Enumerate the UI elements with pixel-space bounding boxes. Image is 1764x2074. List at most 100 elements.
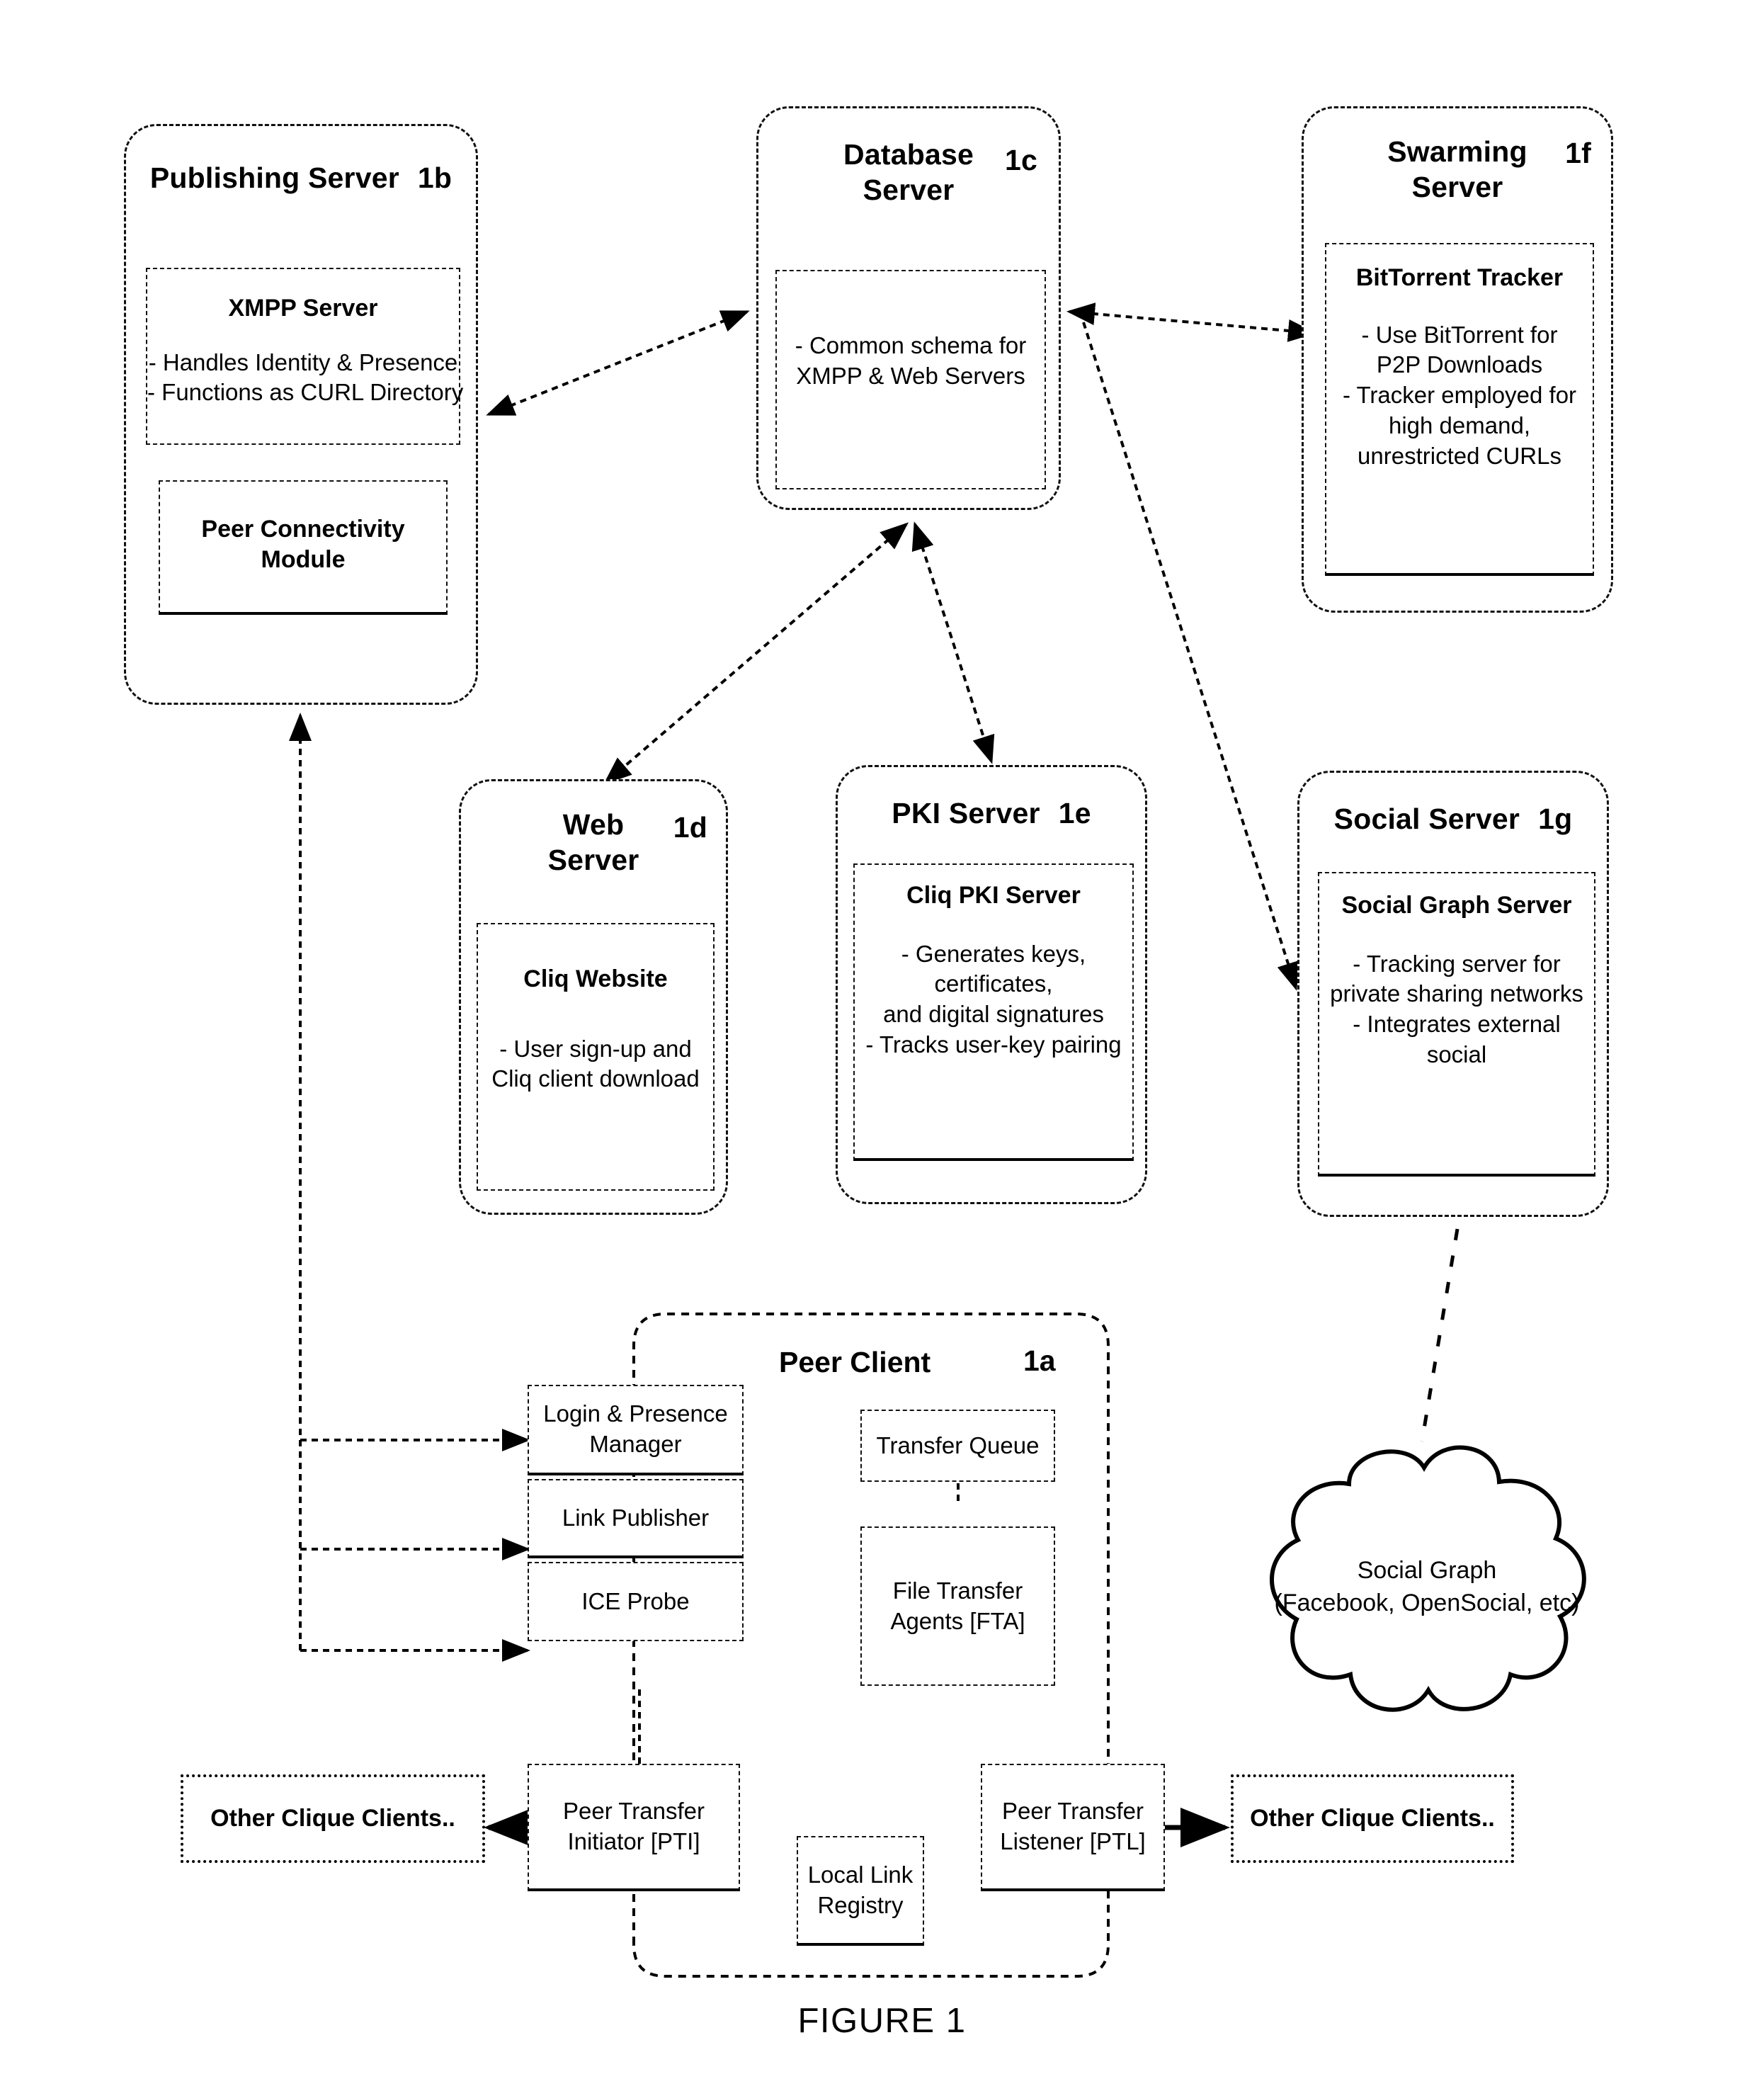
social-graph-server-title: Social Graph Server <box>1341 892 1572 919</box>
publishing-server-title: Publishing Server 1b <box>126 160 476 196</box>
local-link-registry-box[interactable]: Local Link Registry <box>797 1836 924 1946</box>
swarming-line-2: P2P Downloads <box>1376 351 1543 378</box>
web-line-2: Cliq client download <box>491 1065 700 1092</box>
transfer-queue-label: Transfer Queue <box>876 1432 1040 1458</box>
social-graph-cloud[interactable]: Social Graph (Facebook, OpenSocial, etc) <box>1243 1431 1611 1742</box>
database-server-ref: 1c <box>1004 144 1037 176</box>
publishing-server[interactable]: Publishing Server 1b XMPP Server - Handle… <box>124 124 478 705</box>
swarming-server[interactable]: Swarming Server 1f BitTorrent Tracker - … <box>1302 106 1613 613</box>
pki-line-3: and digital signatures <box>883 1001 1104 1028</box>
link-publisher-label: Link Publisher <box>562 1504 710 1531</box>
cliq-website-module[interactable]: Cliq Website - User sign-up and Cliq cli… <box>477 923 715 1191</box>
peer-client-ref: 1a <box>1023 1344 1056 1377</box>
cliq-website-body: - User sign-up and Cliq client download <box>478 1034 713 1095</box>
figure-canvas: Database Server --> Swarming Server --> … <box>0 0 1764 2074</box>
other-clique-clients-left[interactable]: Other Clique Clients.. <box>181 1774 485 1863</box>
bittorrent-tracker-title: BitTorrent Tracker <box>1355 264 1564 291</box>
database-server[interactable]: Database Server 1c - Common schema for X… <box>756 106 1061 510</box>
web-server-ref: 1d <box>673 811 707 844</box>
peer-connectivity-module-title: Peer Connectivity Module <box>160 514 446 574</box>
login-presence-manager-box[interactable]: Login & Presence Manager <box>528 1385 744 1475</box>
peer-transfer-initiator-label: Peer Transfer Initiator [PTI] <box>563 1796 705 1857</box>
social-server-title-text: Social Server <box>1333 803 1520 835</box>
fta-line-1: File Transfer <box>892 1577 1023 1604</box>
pti-line-1: Peer Transfer <box>563 1798 705 1825</box>
swarming-line-1: - Use BitTorrent for <box>1361 321 1558 348</box>
xmpp-line-2: - Functions as CURL Directory <box>147 379 464 406</box>
pki-server-title-text: PKI Server <box>892 797 1040 829</box>
swarming-line-4: high demand, <box>1389 412 1530 439</box>
swarming-server-ref: 1f <box>1565 137 1591 169</box>
database-server-title: Database Server 1c <box>758 137 1059 208</box>
cliq-website-title: Cliq Website <box>523 965 668 992</box>
ptl-line-1: Peer Transfer <box>1002 1798 1144 1825</box>
login-presence-manager-label: Login & Presence Manager <box>543 1399 728 1460</box>
peer-client-title: Peer Client <box>779 1346 931 1378</box>
xmpp-server-module[interactable]: XMPP Server - Handles Identity & Presenc… <box>146 268 464 445</box>
peer-connectivity-line-1: Peer Connectivity <box>201 516 405 543</box>
social-line-4: social <box>1426 1041 1487 1068</box>
figure-caption: FIGURE 1 <box>797 2002 967 2040</box>
web-server-title-l2: Server <box>547 844 639 877</box>
swarming-line-3: - Tracker employed for <box>1342 382 1577 409</box>
social-line-2: private sharing networks <box>1330 980 1583 1007</box>
pki-line-4: - Tracks user-key pairing <box>865 1031 1122 1058</box>
swarming-line-5: unrestricted CURLs <box>1358 443 1561 470</box>
pki-line-1: - Generates keys, <box>901 940 1086 967</box>
peer-transfer-listener-label: Peer Transfer Listener [PTL] <box>1000 1796 1145 1857</box>
fta-line-2: Agents [FTA] <box>890 1607 1025 1634</box>
xmpp-server-module-title: XMPP Server <box>228 295 378 322</box>
ice-probe-label: ICE Probe <box>581 1587 690 1614</box>
llr-line-2: Registry <box>817 1891 904 1918</box>
link-publisher-box[interactable]: Link Publisher <box>528 1479 744 1558</box>
link-database-swarming <box>1066 302 1316 342</box>
ptl-line-2: Listener [PTL] <box>1000 1828 1146 1854</box>
database-line-1: - Common schema for <box>795 332 1027 358</box>
link-database-pki <box>911 521 995 764</box>
login-presence-line-2: Manager <box>589 1431 682 1457</box>
peer-connectivity-module[interactable]: Peer Connectivity Module <box>159 480 448 615</box>
local-link-registry-label: Local Link Registry <box>808 1860 914 1921</box>
social-server-title: Social Server 1g <box>1299 801 1607 837</box>
database-line-2: XMPP & Web Servers <box>796 362 1025 389</box>
transfer-queue-box[interactable]: Transfer Queue <box>860 1410 1055 1482</box>
peer-transfer-initiator-box[interactable]: Peer Transfer Initiator [PTI] <box>528 1764 740 1891</box>
publishing-server-title-text: Publishing Server <box>149 162 399 194</box>
database-schema-module[interactable]: - Common schema for XMPP & Web Servers <box>775 270 1046 489</box>
link-publishing-database <box>486 310 750 416</box>
pki-server-title: PKI Server 1e <box>838 795 1145 831</box>
pti-line-2: Initiator [PTI] <box>567 1828 700 1854</box>
cliq-pki-server-module[interactable]: Cliq PKI Server - Generates keys, certif… <box>853 863 1134 1161</box>
social-graph-server-module[interactable]: Social Graph Server - Tracking server fo… <box>1318 872 1595 1177</box>
llr-line-1: Local Link <box>807 1861 914 1888</box>
other-clique-clients-right-label: Other Clique Clients.. <box>1250 1805 1495 1832</box>
link-database-web <box>603 522 909 785</box>
cliq-pki-title: Cliq PKI Server <box>906 882 1081 909</box>
web-server[interactable]: Web Server 1d Cliq Website - User sign-u… <box>459 779 728 1215</box>
publishing-server-ref: 1b <box>417 162 453 194</box>
social-graph-server-body: - Tracking server for private sharing ne… <box>1319 949 1594 1071</box>
peer-transfer-listener-box[interactable]: Peer Transfer Listener [PTL] <box>981 1764 1165 1891</box>
cloud-line-1: Social Graph <box>1357 1557 1497 1584</box>
xmpp-server-module-body: - Handles Identity & Presence - Function… <box>147 348 464 409</box>
bittorrent-tracker-module[interactable]: BitTorrent Tracker - Use BitTorrent for … <box>1325 243 1594 576</box>
xmpp-line-1: - Handles Identity & Presence <box>148 348 458 375</box>
link-social-cloud <box>1420 1228 1459 1442</box>
other-clique-clients-left-label: Other Clique Clients.. <box>210 1805 455 1832</box>
pki-server[interactable]: PKI Server 1e Cliq PKI Server - Generates… <box>836 765 1147 1204</box>
cliq-pki-body: - Generates keys, certificates, and digi… <box>855 939 1132 1061</box>
swarming-server-title-l2: Server <box>1411 171 1503 204</box>
pki-server-ref: 1e <box>1058 797 1091 829</box>
cloud-line-2: (Facebook, OpenSocial, etc) <box>1274 1589 1580 1616</box>
file-transfer-agents-box[interactable]: File Transfer Agents [FTA] <box>860 1526 1055 1686</box>
database-schema-module-body: - Common schema for XMPP & Web Servers <box>777 331 1045 392</box>
file-transfer-agents-label: File Transfer Agents [FTA] <box>890 1576 1025 1637</box>
peer-connectivity-line-2: Module <box>261 545 346 573</box>
other-clique-clients-right[interactable]: Other Clique Clients.. <box>1231 1774 1514 1863</box>
bittorrent-tracker-body: - Use BitTorrent for P2P Downloads - Tra… <box>1326 320 1593 472</box>
pki-line-2: certificates, <box>934 970 1053 997</box>
social-server[interactable]: Social Server 1g Social Graph Server - Tr… <box>1297 771 1609 1217</box>
ice-probe-box[interactable]: ICE Probe <box>528 1562 744 1641</box>
social-graph-cloud-label: Social Graph (Facebook, OpenSocial, etc) <box>1243 1555 1611 1619</box>
social-line-1: - Tracking server for <box>1353 950 1561 977</box>
